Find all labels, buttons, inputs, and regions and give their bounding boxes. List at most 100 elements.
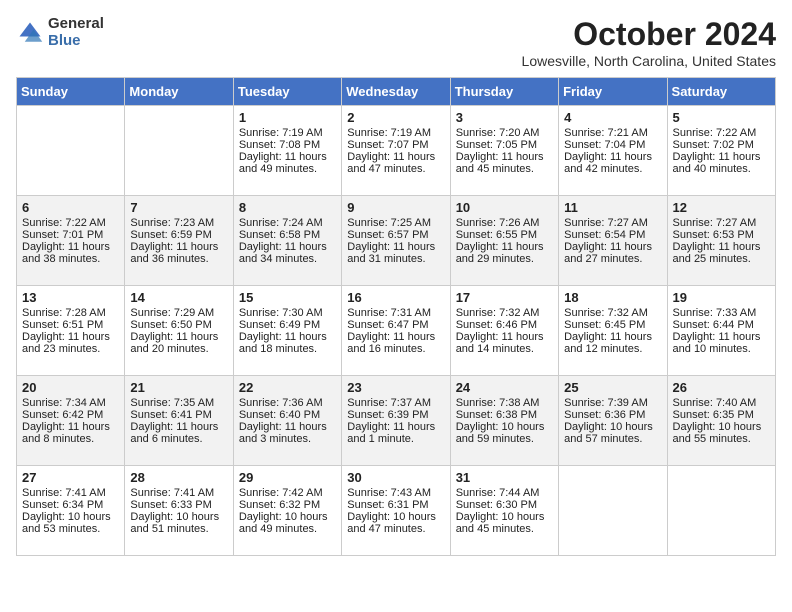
day-number: 16 xyxy=(347,290,444,305)
day-number: 31 xyxy=(456,470,553,485)
day-number: 4 xyxy=(564,110,661,125)
day-info: Daylight: 11 hours and 49 minutes. xyxy=(239,151,336,175)
day-info: Sunset: 6:58 PM xyxy=(239,229,336,241)
calendar-cell: 19Sunrise: 7:33 AMSunset: 6:44 PMDayligh… xyxy=(667,286,775,376)
day-number: 23 xyxy=(347,380,444,395)
day-info: Daylight: 11 hours and 40 minutes. xyxy=(673,151,770,175)
day-info: Daylight: 11 hours and 36 minutes. xyxy=(130,241,227,265)
calendar-cell: 10Sunrise: 7:26 AMSunset: 6:55 PMDayligh… xyxy=(450,196,558,286)
day-number: 12 xyxy=(673,200,770,215)
calendar-cell: 1Sunrise: 7:19 AMSunset: 7:08 PMDaylight… xyxy=(233,106,341,196)
day-info: Daylight: 11 hours and 20 minutes. xyxy=(130,331,227,355)
day-info: Sunset: 6:53 PM xyxy=(673,229,770,241)
calendar-cell: 22Sunrise: 7:36 AMSunset: 6:40 PMDayligh… xyxy=(233,376,341,466)
day-info: Daylight: 10 hours and 47 minutes. xyxy=(347,511,444,535)
day-info: Sunset: 6:46 PM xyxy=(456,319,553,331)
calendar-cell: 28Sunrise: 7:41 AMSunset: 6:33 PMDayligh… xyxy=(125,466,233,556)
day-info: Sunrise: 7:32 AM xyxy=(456,307,553,319)
day-info: Sunrise: 7:27 AM xyxy=(673,217,770,229)
day-number: 10 xyxy=(456,200,553,215)
day-info: Sunset: 6:47 PM xyxy=(347,319,444,331)
day-info: Sunrise: 7:39 AM xyxy=(564,397,661,409)
day-number: 27 xyxy=(22,470,119,485)
logo-text: General Blue xyxy=(48,16,104,49)
calendar-cell: 23Sunrise: 7:37 AMSunset: 6:39 PMDayligh… xyxy=(342,376,450,466)
day-info: Sunrise: 7:24 AM xyxy=(239,217,336,229)
day-info: Daylight: 10 hours and 53 minutes. xyxy=(22,511,119,535)
day-info: Sunset: 6:57 PM xyxy=(347,229,444,241)
calendar-cell: 27Sunrise: 7:41 AMSunset: 6:34 PMDayligh… xyxy=(17,466,125,556)
day-info: Daylight: 11 hours and 18 minutes. xyxy=(239,331,336,355)
calendar-cell: 5Sunrise: 7:22 AMSunset: 7:02 PMDaylight… xyxy=(667,106,775,196)
day-number: 26 xyxy=(673,380,770,395)
day-info: Sunset: 6:42 PM xyxy=(22,409,119,421)
logo: General Blue xyxy=(16,16,104,49)
day-info: Sunset: 7:08 PM xyxy=(239,139,336,151)
calendar-cell: 21Sunrise: 7:35 AMSunset: 6:41 PMDayligh… xyxy=(125,376,233,466)
day-info: Sunrise: 7:37 AM xyxy=(347,397,444,409)
day-info: Sunset: 7:01 PM xyxy=(22,229,119,241)
day-number: 1 xyxy=(239,110,336,125)
day-info: Sunset: 6:55 PM xyxy=(456,229,553,241)
day-info: Daylight: 10 hours and 59 minutes. xyxy=(456,421,553,445)
day-info: Daylight: 10 hours and 51 minutes. xyxy=(130,511,227,535)
calendar-cell: 29Sunrise: 7:42 AMSunset: 6:32 PMDayligh… xyxy=(233,466,341,556)
day-info: Sunrise: 7:22 AM xyxy=(673,127,770,139)
day-info: Sunrise: 7:44 AM xyxy=(456,487,553,499)
day-info: Sunrise: 7:20 AM xyxy=(456,127,553,139)
day-number: 8 xyxy=(239,200,336,215)
day-info: Sunset: 6:59 PM xyxy=(130,229,227,241)
day-info: Daylight: 10 hours and 55 minutes. xyxy=(673,421,770,445)
day-number: 11 xyxy=(564,200,661,215)
day-info: Sunset: 6:38 PM xyxy=(456,409,553,421)
day-info: Sunrise: 7:43 AM xyxy=(347,487,444,499)
calendar-cell: 30Sunrise: 7:43 AMSunset: 6:31 PMDayligh… xyxy=(342,466,450,556)
day-info: Sunset: 6:54 PM xyxy=(564,229,661,241)
day-header-thursday: Thursday xyxy=(450,78,558,106)
day-number: 6 xyxy=(22,200,119,215)
day-info: Daylight: 11 hours and 14 minutes. xyxy=(456,331,553,355)
calendar-table: SundayMondayTuesdayWednesdayThursdayFrid… xyxy=(16,77,776,556)
day-number: 14 xyxy=(130,290,227,305)
logo-icon xyxy=(16,19,44,47)
day-info: Sunrise: 7:33 AM xyxy=(673,307,770,319)
day-number: 9 xyxy=(347,200,444,215)
calendar-cell: 9Sunrise: 7:25 AMSunset: 6:57 PMDaylight… xyxy=(342,196,450,286)
day-info: Sunset: 6:34 PM xyxy=(22,499,119,511)
day-number: 25 xyxy=(564,380,661,395)
calendar-cell: 4 Sunrise: 7:21 AMSunset: 7:04 PMDaylight… xyxy=(559,106,667,196)
day-info: Sunrise: 7:21 AM xyxy=(564,127,661,139)
day-info: Sunrise: 7:34 AM xyxy=(22,397,119,409)
calendar-cell: 25Sunrise: 7:39 AMSunset: 6:36 PMDayligh… xyxy=(559,376,667,466)
logo-general: General xyxy=(48,16,104,33)
day-number: 22 xyxy=(239,380,336,395)
day-info: Sunset: 6:41 PM xyxy=(130,409,227,421)
calendar-cell xyxy=(125,106,233,196)
calendar-cell: 17Sunrise: 7:32 AMSunset: 6:46 PMDayligh… xyxy=(450,286,558,376)
day-number: 3 xyxy=(456,110,553,125)
day-number: 20 xyxy=(22,380,119,395)
day-info: Sunset: 6:51 PM xyxy=(22,319,119,331)
day-number: 28 xyxy=(130,470,227,485)
day-info: Sunset: 6:40 PM xyxy=(239,409,336,421)
day-info: Daylight: 11 hours and 38 minutes. xyxy=(22,241,119,265)
day-info: Sunrise: 7:19 AM xyxy=(347,127,444,139)
calendar-cell: 13Sunrise: 7:28 AMSunset: 6:51 PMDayligh… xyxy=(17,286,125,376)
day-info: Sunrise: 7:22 AM xyxy=(22,217,119,229)
day-number: 19 xyxy=(673,290,770,305)
calendar-body: 1Sunrise: 7:19 AMSunset: 7:08 PMDaylight… xyxy=(17,106,776,556)
day-info: Sunrise: 7:42 AM xyxy=(239,487,336,499)
calendar-cell: 18Sunrise: 7:32 AMSunset: 6:45 PMDayligh… xyxy=(559,286,667,376)
day-info: Daylight: 11 hours and 3 minutes. xyxy=(239,421,336,445)
week-row-1: 1Sunrise: 7:19 AMSunset: 7:08 PMDaylight… xyxy=(17,106,776,196)
day-info: Sunrise: 7:35 AM xyxy=(130,397,227,409)
day-number: 30 xyxy=(347,470,444,485)
day-info: Sunset: 7:04 PM xyxy=(564,139,661,151)
day-info: Sunset: 6:39 PM xyxy=(347,409,444,421)
day-info: Daylight: 11 hours and 42 minutes. xyxy=(564,151,661,175)
day-info: Sunrise: 7:32 AM xyxy=(564,307,661,319)
calendar-cell: 3Sunrise: 7:20 AMSunset: 7:05 PMDaylight… xyxy=(450,106,558,196)
week-row-2: 6Sunrise: 7:22 AMSunset: 7:01 PMDaylight… xyxy=(17,196,776,286)
day-info: Daylight: 11 hours and 27 minutes. xyxy=(564,241,661,265)
day-info: Sunrise: 7:30 AM xyxy=(239,307,336,319)
